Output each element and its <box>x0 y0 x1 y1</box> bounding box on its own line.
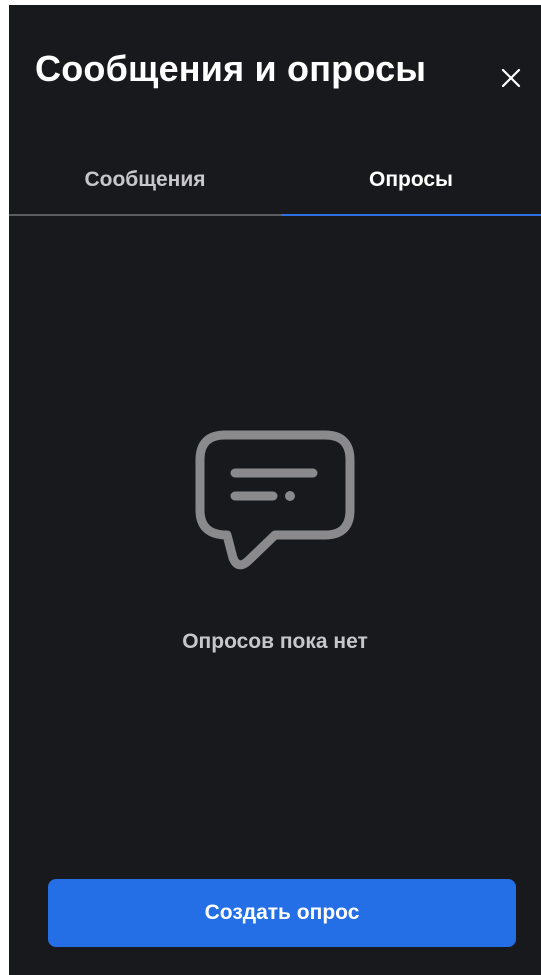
tab-messages-underline <box>9 214 281 216</box>
messages-and-polls-panel: Сообщения и опросы Сообщения Опросы Опро… <box>9 5 541 975</box>
empty-state: Опросов пока нет <box>9 430 541 654</box>
chat-bubble-icon <box>195 430 355 570</box>
create-poll-button[interactable]: Создать опрос <box>48 879 516 947</box>
tab-polls-label: Опросы <box>368 168 453 191</box>
panel-tabs: Сообщения Опросы <box>9 145 541 217</box>
close-icon <box>496 63 526 93</box>
panel-title: Сообщения и опросы <box>35 48 427 89</box>
empty-state-text: Опросов пока нет <box>182 630 368 653</box>
tab-messages[interactable]: Сообщения <box>9 145 281 215</box>
tab-polls[interactable]: Опросы <box>281 145 541 215</box>
close-button[interactable] <box>496 63 526 93</box>
panel-header: Сообщения и опросы <box>9 5 541 135</box>
tab-messages-label: Сообщения <box>84 168 206 191</box>
tab-polls-active-underline <box>281 214 541 216</box>
